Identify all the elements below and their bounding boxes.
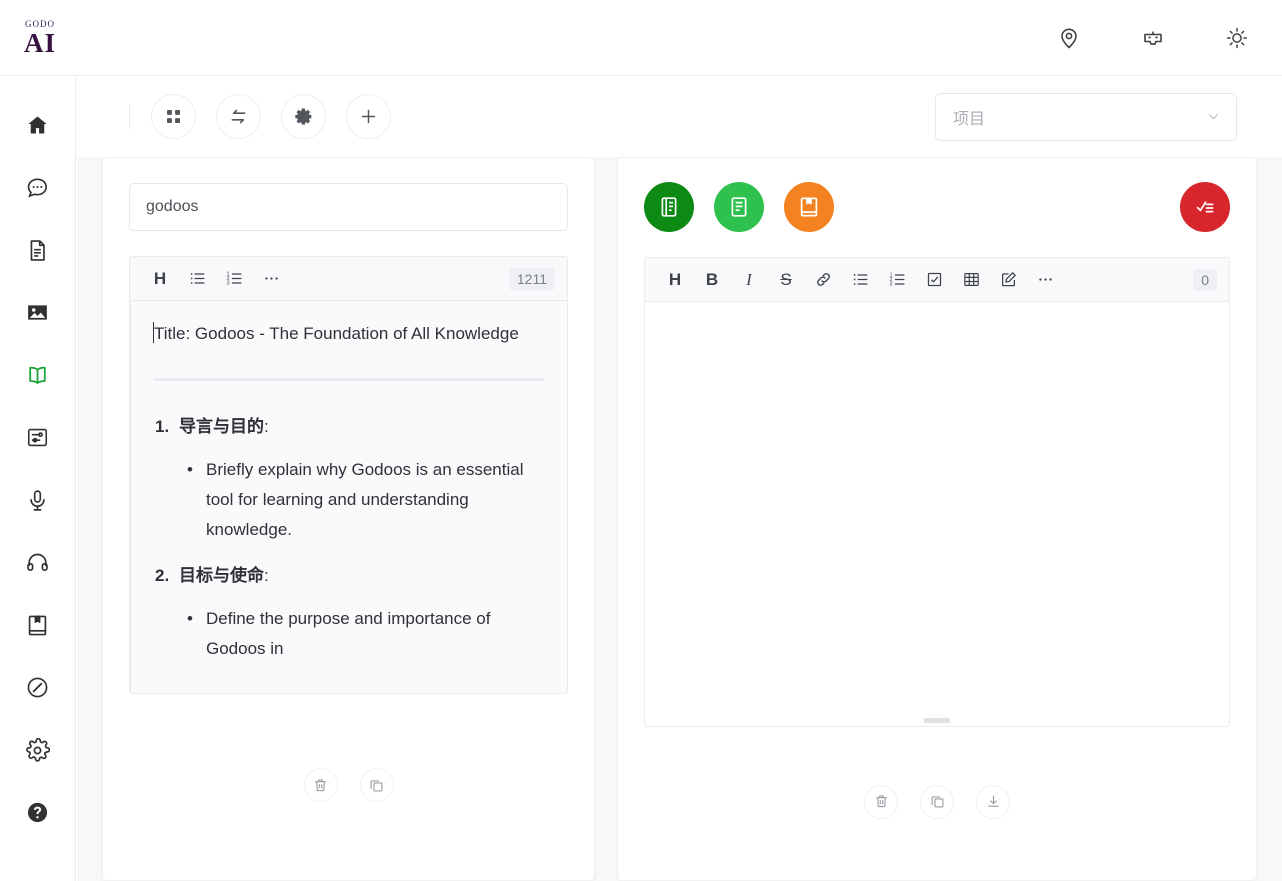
heading-button[interactable]: H	[663, 268, 687, 292]
svg-text:3: 3	[226, 281, 229, 287]
workspace-toolbar: 项目	[77, 76, 1282, 157]
table-icon[interactable]	[959, 268, 983, 292]
svg-text:3: 3	[889, 282, 892, 288]
robot-icon[interactable]	[1140, 25, 1166, 51]
panel-container: H 1 2 3	[77, 157, 1282, 881]
sidebar-item-image[interactable]	[16, 282, 60, 345]
generate-content-button[interactable]	[714, 182, 764, 232]
list-item: 目标与使命: Define the purpose and importance…	[153, 561, 545, 664]
right-editor: H B I S 1 2 3 0	[644, 257, 1230, 727]
sidebar-item-home[interactable]	[16, 94, 60, 157]
sidebar-item-help[interactable]	[16, 782, 60, 845]
project-select[interactable]: 项目	[935, 92, 1237, 141]
horizontal-rule	[153, 378, 545, 382]
bold-button[interactable]: B	[700, 268, 724, 292]
pencil-square-icon[interactable]	[996, 268, 1020, 292]
italic-button[interactable]: I	[737, 268, 761, 292]
list-item: Define the purpose and importance of God…	[179, 604, 545, 665]
ordered-list-button[interactable]: 1 2 3	[222, 267, 246, 291]
sidebar-item-audio[interactable]	[16, 532, 60, 595]
project-select-value: 项目	[953, 110, 986, 128]
document-title-text: Title: Godoos - The Foundation of All Kn…	[154, 324, 519, 343]
sidebar-item-settings-sliders[interactable]	[16, 407, 60, 470]
toolbar-button-group	[151, 94, 391, 139]
toolbar-divider	[129, 103, 130, 130]
left-char-count: 1211	[508, 267, 555, 290]
task-check-button[interactable]	[1180, 182, 1230, 232]
app-header: GODO AI	[0, 0, 1282, 76]
left-panel: H 1 2 3	[102, 157, 595, 881]
ordered-list-button[interactable]: 1 2 3	[885, 268, 909, 292]
heading-button[interactable]: H	[148, 267, 172, 291]
sidebar-item-book[interactable]	[16, 344, 60, 407]
delete-button[interactable]	[303, 768, 338, 802]
logo-main-text: AI	[23, 27, 56, 58]
settings-button[interactable]	[281, 94, 326, 139]
document-name-input[interactable]	[129, 183, 568, 231]
generate-book-button[interactable]	[784, 182, 834, 232]
right-char-count: 0	[1193, 268, 1217, 291]
more-options-button[interactable]	[259, 267, 283, 291]
section-heading: 导言与目的:	[179, 412, 545, 442]
section-heading: 目标与使命:	[179, 561, 545, 591]
copy-button[interactable]	[920, 784, 954, 819]
document-section-list: 导言与目的: Briefly explain why Godoos is an …	[153, 412, 545, 664]
sidebar	[0, 76, 76, 881]
logo-top-text: GODO	[25, 18, 55, 29]
strikethrough-button[interactable]: S	[774, 268, 798, 292]
right-panel-actions	[618, 158, 1256, 232]
copy-button[interactable]	[359, 768, 394, 802]
sidebar-item-voice[interactable]	[16, 469, 60, 532]
sidebar-item-chat[interactable]	[16, 157, 60, 220]
sidebar-item-document[interactable]	[16, 219, 60, 282]
left-editor-body[interactable]: Title: Godoos - The Foundation of All Kn…	[130, 301, 567, 693]
link-icon[interactable]	[811, 268, 835, 292]
delete-button[interactable]	[864, 784, 898, 819]
grid-view-button[interactable]	[151, 94, 196, 139]
left-panel-header	[103, 158, 594, 231]
section-bullets: Define the purpose and importance of God…	[179, 604, 545, 665]
download-button[interactable]	[976, 784, 1010, 819]
add-button[interactable]	[346, 94, 391, 139]
section-bullets: Briefly explain why Godoos is an essenti…	[179, 455, 545, 546]
document-title-line: Title: Godoos - The Foundation of All Kn…	[153, 319, 545, 349]
right-panel: H B I S 1 2 3 0	[617, 157, 1257, 881]
section-heading-text: 导言与目的	[179, 417, 264, 437]
bullet-list-button[interactable]	[185, 267, 209, 291]
list-item: 导言与目的: Briefly explain why Godoos is an …	[153, 412, 545, 545]
section-heading-text: 目标与使命	[179, 566, 264, 586]
right-panel-footer	[618, 727, 1256, 880]
editor-resize-handle[interactable]	[924, 718, 950, 723]
transfer-button[interactable]	[216, 94, 261, 139]
section-colon: :	[264, 417, 269, 437]
left-editor: H 1 2 3 1211 Title: Godoos - The Foundat…	[129, 256, 568, 694]
left-panel-footer	[103, 694, 594, 880]
list-item: Briefly explain why Godoos is an essenti…	[179, 455, 545, 546]
checkbox-icon[interactable]	[922, 268, 946, 292]
main-content: 项目 H	[77, 76, 1282, 881]
sidebar-item-library[interactable]	[16, 594, 60, 657]
chevron-down-icon	[1205, 108, 1222, 125]
bullet-list-button[interactable]	[848, 268, 872, 292]
sidebar-item-settings[interactable]	[16, 719, 60, 782]
location-pin-icon[interactable]	[1056, 25, 1082, 51]
sidebar-item-explore[interactable]	[16, 657, 60, 720]
section-colon: :	[264, 566, 269, 586]
header-icon-group	[1056, 25, 1282, 51]
sun-icon[interactable]	[1224, 25, 1250, 51]
app-logo[interactable]: GODO AI	[0, 0, 76, 76]
right-editor-toolbar: H B I S 1 2 3 0	[645, 258, 1229, 302]
left-editor-toolbar: H 1 2 3 1211	[130, 257, 567, 301]
generate-outline-button[interactable]	[644, 182, 694, 232]
more-options-button[interactable]	[1033, 268, 1057, 292]
right-editor-body[interactable]	[645, 302, 1229, 726]
